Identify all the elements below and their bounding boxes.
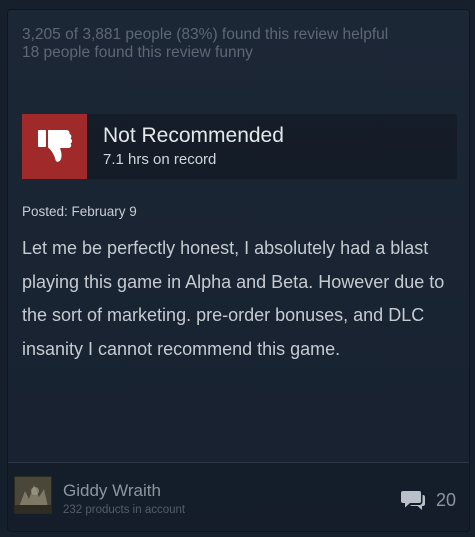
review-footer: Giddy Wraith 232 products in account 20	[8, 463, 469, 531]
review-card: 3,205 of 3,881 people (83%) found this r…	[8, 10, 469, 531]
helpful-info: 3,205 of 3,881 people (83%) found this r…	[22, 26, 442, 62]
thumbs-down-badge	[22, 114, 87, 179]
author-products: 232 products in account	[63, 504, 186, 516]
comment-bubble-icon	[400, 491, 425, 510]
avatar-image	[15, 477, 51, 513]
review-body: Let me be perfectly honest, I absolutely…	[22, 238, 445, 359]
funny-count-text: 18 people found this review funny	[22, 44, 253, 61]
comments-button[interactable]: 20	[400, 489, 456, 511]
author-name[interactable]: Giddy Wraith	[63, 481, 161, 501]
posted-date: Posted: February 9	[22, 204, 137, 219]
vote-header[interactable]: Not Recommended 7.1 hrs on record	[22, 114, 457, 179]
recommendation-title: Not Recommended	[103, 124, 284, 147]
comment-count: 20	[435, 490, 456, 510]
avatar[interactable]	[14, 476, 52, 514]
hours-on-record: 7.1 hrs on record	[103, 151, 217, 168]
thumbs-down-icon	[37, 129, 72, 162]
helpful-count-text: 3,205 of 3,881 people (83%) found this r…	[22, 26, 389, 43]
